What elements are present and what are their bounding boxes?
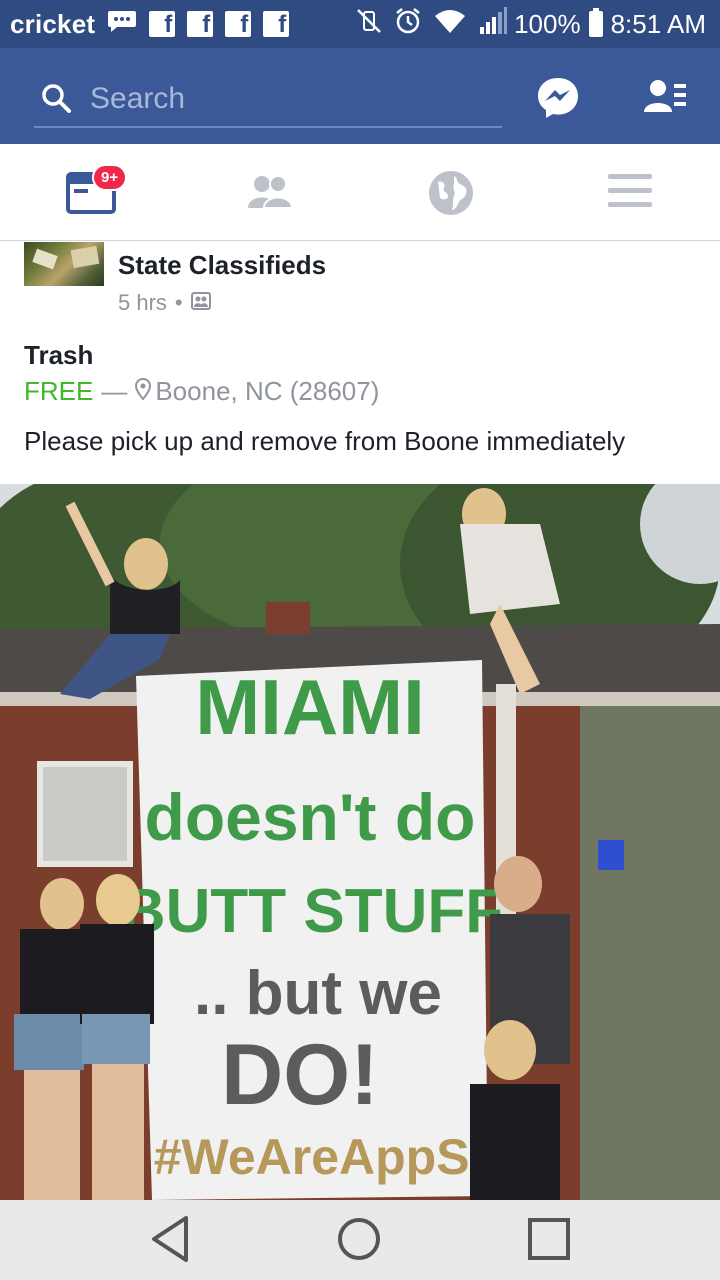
post-photo[interactable]: MIAMI doesn't do BUTT STUFF .. but we DO… [0, 484, 720, 1200]
facebook-icon: f [225, 11, 252, 38]
group-icon [190, 290, 211, 316]
globe-icon [429, 171, 473, 215]
facebook-icon: f [149, 11, 176, 38]
post-time[interactable]: 5 hrs [118, 290, 167, 316]
back-button[interactable] [148, 1214, 192, 1269]
search-input[interactable] [88, 78, 492, 120]
meta-separator: • [174, 290, 183, 315]
tab-friends[interactable] [180, 144, 360, 240]
wifi-icon [434, 8, 466, 41]
messenger-button[interactable] [536, 76, 580, 125]
banner-line-3: BUTT STUFF [121, 877, 503, 946]
banner-line-5: DO! [221, 1027, 379, 1123]
banner-line-2: doesn't do [145, 780, 476, 854]
friend-requests-button[interactable] [644, 78, 688, 123]
facebook-icon: f [263, 11, 290, 38]
banner-line-4: .. but we [194, 959, 442, 1028]
back-icon [152, 1216, 188, 1262]
listing-location: Boone, NC (28607) [155, 376, 380, 406]
tab-menu[interactable] [540, 144, 720, 240]
carrier-name: cricket [10, 8, 96, 39]
status-bar: cricket f f f f 100% 8:51 AM [0, 0, 720, 48]
home-button[interactable] [336, 1214, 382, 1269]
search-icon [40, 82, 72, 119]
hamburger-menu-icon [608, 174, 652, 207]
listing-title: Trash [24, 340, 94, 370]
android-nav-bar [0, 1200, 720, 1280]
alarm-icon [394, 7, 422, 42]
battery-percent: 100% [514, 8, 581, 39]
listing-price-location: FREE — Boone, NC (28607) [24, 376, 379, 407]
message-icon [107, 9, 137, 40]
recents-button[interactable] [526, 1214, 574, 1269]
post-author[interactable]: State Classifieds [118, 250, 326, 281]
location-pin-icon [135, 376, 152, 407]
friends-icon [248, 175, 294, 209]
friend-requests-icon [644, 80, 686, 112]
home-icon [338, 1218, 380, 1260]
notification-badge: 9+ [92, 164, 128, 191]
listing-description: Please pick up and remove from Boone imm… [24, 426, 626, 456]
vibrate-off-icon [356, 8, 382, 41]
battery-icon [588, 8, 603, 37]
facebook-icon: f [187, 11, 214, 38]
separator-dash: — [101, 376, 128, 406]
banner-line-6: #WeAreAppSt [154, 1129, 487, 1185]
messenger-icon [538, 78, 578, 118]
recents-icon [528, 1218, 570, 1260]
signal-icon [478, 6, 508, 42]
post-meta: 5 hrs • [118, 290, 211, 316]
photo-illustration: MIAMI doesn't do BUTT STUFF .. but we DO… [0, 484, 720, 1200]
listing-price: FREE [24, 376, 94, 406]
tab-news-feed[interactable]: 9+ [0, 144, 180, 240]
search-header [0, 48, 720, 144]
tab-bar: 9+ [0, 144, 720, 241]
clock: 8:51 AM [610, 8, 706, 39]
tab-notifications[interactable] [360, 144, 540, 240]
search-box[interactable] [34, 72, 502, 128]
banner-line-1: MIAMI [195, 663, 425, 751]
page-profile-picture[interactable] [24, 242, 104, 286]
